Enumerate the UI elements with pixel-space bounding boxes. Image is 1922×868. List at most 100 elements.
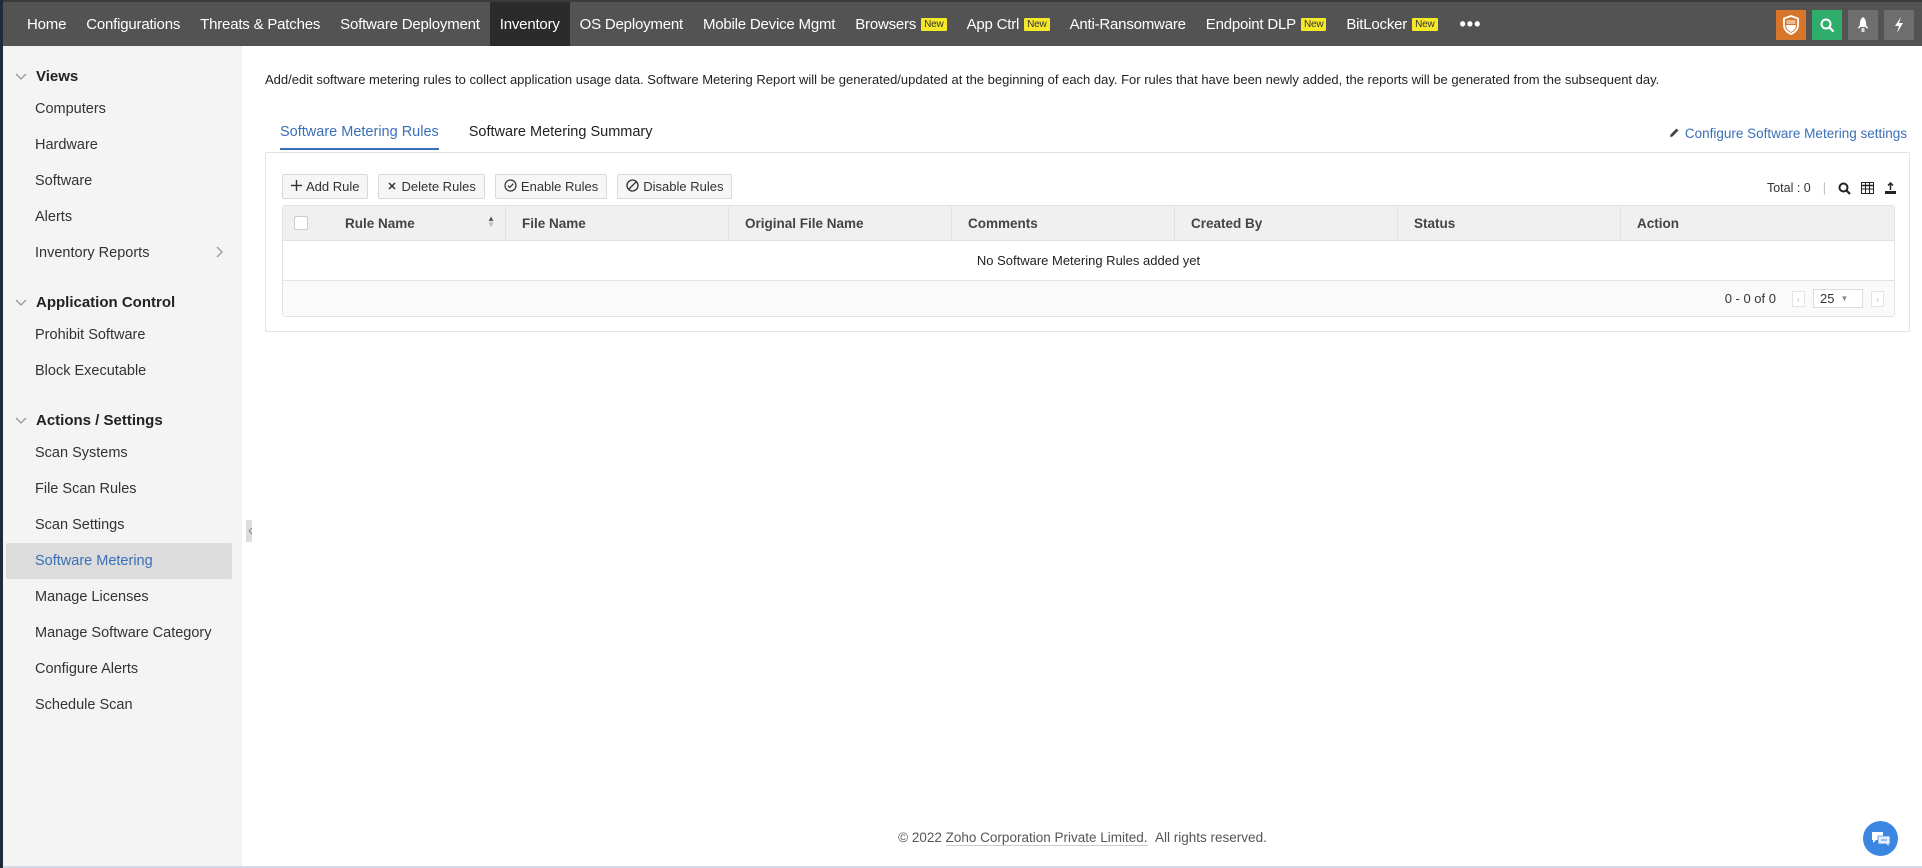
nav-software-deployment[interactable]: Software Deployment bbox=[330, 2, 490, 46]
table-header: Rule Name ▲ ▼ File Name Original File Nam… bbox=[283, 206, 1894, 241]
nav-inventory[interactable]: Inventory bbox=[489, 2, 570, 46]
search-icon[interactable] bbox=[1812, 10, 1842, 40]
company-link[interactable]: Zoho Corporation Private Limited. bbox=[945, 830, 1148, 846]
chevron-down-icon bbox=[15, 294, 27, 311]
sidebar-item-label: File Scan Rules bbox=[35, 481, 137, 497]
empty-state-row: No Software Metering Rules added yet bbox=[283, 241, 1894, 281]
new-badge: New bbox=[1412, 17, 1438, 31]
configure-settings-label: Configure Software Metering settings bbox=[1684, 126, 1907, 141]
nav-label: App Ctrl bbox=[966, 15, 1020, 33]
shield-icon[interactable] bbox=[1776, 10, 1806, 40]
sidebar-item-manage-licenses[interactable]: Manage Licenses bbox=[6, 579, 232, 615]
tab-software-metering-rules[interactable]: Software Metering Rules bbox=[280, 124, 439, 150]
nav-app-ctrl[interactable]: App Ctrl New bbox=[957, 2, 1060, 46]
sidebar-item-label: Software Metering bbox=[35, 553, 153, 569]
sidebar-item-inventory-reports[interactable]: Inventory Reports bbox=[6, 235, 232, 271]
pencil-icon bbox=[1669, 126, 1680, 141]
button-label: Enable Rules bbox=[520, 179, 599, 194]
nav-os-deployment[interactable]: OS Deployment bbox=[570, 2, 693, 46]
sidebar-item-scan-settings[interactable]: Scan Settings bbox=[6, 507, 232, 543]
lightning-icon[interactable] bbox=[1884, 10, 1914, 40]
pagination-range: 0 - 0 of 0 bbox=[1724, 291, 1776, 306]
previous-page-button[interactable]: ‹ bbox=[1792, 290, 1805, 307]
column-rule-name[interactable]: Rule Name ▲ ▼ bbox=[319, 206, 506, 240]
sidebar-item-software[interactable]: Software bbox=[6, 163, 232, 199]
table-toolbar: Add Rule Delete Rules Enable Rules Disab… bbox=[282, 174, 733, 199]
nav-threats-patches[interactable]: Threats & Patches bbox=[190, 2, 330, 46]
sidebar-item-label: Computers bbox=[35, 101, 106, 117]
more-menu-icon[interactable]: ••• bbox=[1448, 14, 1494, 35]
configure-settings-link[interactable]: Configure Software Metering settings bbox=[1669, 126, 1907, 141]
next-page-button[interactable]: › bbox=[1871, 290, 1884, 307]
sidebar-item-computers[interactable]: Computers bbox=[6, 91, 232, 127]
nav-label: OS Deployment bbox=[579, 15, 683, 33]
nav-configurations[interactable]: Configurations bbox=[76, 2, 190, 46]
enable-rules-button[interactable]: Enable Rules bbox=[494, 174, 608, 199]
add-rule-button[interactable]: Add Rule bbox=[282, 174, 369, 199]
column-comments[interactable]: Comments bbox=[952, 206, 1175, 240]
disable-rules-button[interactable]: Disable Rules bbox=[617, 174, 733, 199]
column-chooser-icon[interactable] bbox=[1861, 182, 1874, 194]
sidebar-item-label: Scan Settings bbox=[35, 517, 125, 533]
total-count: Total : 0 bbox=[1766, 181, 1811, 195]
column-label: Comments bbox=[968, 215, 1038, 231]
nav-browsers[interactable]: Browsers New bbox=[845, 2, 956, 46]
nav-mobile-device-mgmt[interactable]: Mobile Device Mgmt bbox=[693, 2, 845, 46]
tab-bar: Software Metering Rules Software Meterin… bbox=[280, 124, 653, 150]
nav-label: Software Deployment bbox=[340, 15, 480, 33]
sidebar: Views Computers Hardware Software Alerts… bbox=[3, 46, 242, 868]
column-label: File Name bbox=[522, 215, 586, 231]
chat-icon[interactable] bbox=[1863, 821, 1898, 856]
sidebar-item-scan-systems[interactable]: Scan Systems bbox=[6, 435, 232, 471]
rules-panel: Add Rule Delete Rules Enable Rules Disab… bbox=[265, 152, 1910, 332]
sidebar-item-configure-alerts[interactable]: Configure Alerts bbox=[6, 651, 232, 687]
rights-text: All rights reserved. bbox=[1155, 830, 1267, 845]
sidebar-item-software-metering[interactable]: Software Metering bbox=[6, 543, 232, 579]
nav-label: Mobile Device Mgmt bbox=[702, 15, 836, 33]
nav-label: Home bbox=[27, 15, 67, 33]
header-checkbox-cell bbox=[283, 206, 319, 240]
sidebar-item-label: Prohibit Software bbox=[35, 327, 146, 343]
nav-endpoint-dlp[interactable]: Endpoint DLP New bbox=[1196, 2, 1337, 46]
sidebar-item-block-executable[interactable]: Block Executable bbox=[6, 353, 232, 389]
sidebar-item-prohibit-software[interactable]: Prohibit Software bbox=[6, 317, 232, 353]
sidebar-item-label: Scan Systems bbox=[35, 445, 128, 461]
column-status[interactable]: Status bbox=[1398, 206, 1621, 240]
sidebar-item-manage-software-category[interactable]: Manage Software Category bbox=[6, 615, 232, 651]
chevron-down-icon bbox=[15, 412, 27, 429]
export-icon[interactable] bbox=[1884, 181, 1897, 195]
sidebar-item-schedule-scan[interactable]: Schedule Scan bbox=[6, 687, 232, 723]
sidebar-item-label: Hardware bbox=[35, 137, 98, 153]
sidebar-collapse-handle[interactable] bbox=[246, 520, 254, 542]
sidebar-section-application-control[interactable]: Application Control bbox=[3, 287, 242, 317]
pagination-bar: 0 - 0 of 0 ‹ 25 ▼ › bbox=[283, 281, 1894, 316]
new-badge: New bbox=[1024, 17, 1050, 31]
page-description: Add/edit software metering rules to coll… bbox=[265, 72, 1660, 87]
page-footer: © 2022 Zoho Corporation Private Limited.… bbox=[3, 830, 1922, 846]
chevron-right-icon bbox=[216, 245, 224, 261]
check-circle-icon bbox=[504, 178, 517, 195]
column-label: Action bbox=[1637, 215, 1679, 231]
rocket-icon[interactable] bbox=[1848, 10, 1878, 40]
column-created-by[interactable]: Created By bbox=[1175, 206, 1398, 240]
nav-bitlocker[interactable]: BitLocker New bbox=[1336, 2, 1447, 46]
page-size-select[interactable]: 25 ▼ bbox=[1813, 289, 1863, 308]
nav-home[interactable]: Home bbox=[3, 2, 76, 46]
new-badge: New bbox=[921, 17, 947, 31]
search-icon[interactable] bbox=[1838, 182, 1851, 195]
column-file-name[interactable]: File Name bbox=[506, 206, 729, 240]
sidebar-item-label: Manage Licenses bbox=[35, 589, 149, 605]
nav-anti-ransomware[interactable]: Anti-Ransomware bbox=[1060, 2, 1196, 46]
button-label: Disable Rules bbox=[643, 179, 724, 194]
column-action[interactable]: Action bbox=[1621, 206, 1894, 240]
column-original-file-name[interactable]: Original File Name bbox=[729, 206, 952, 240]
select-all-checkbox[interactable] bbox=[294, 216, 308, 230]
sort-icon[interactable]: ▲ ▼ bbox=[487, 215, 495, 229]
sidebar-section-actions-settings[interactable]: Actions / Settings bbox=[3, 405, 242, 435]
delete-rules-button[interactable]: Delete Rules bbox=[378, 174, 485, 199]
sidebar-item-hardware[interactable]: Hardware bbox=[6, 127, 232, 163]
sidebar-item-alerts[interactable]: Alerts bbox=[6, 199, 232, 235]
sidebar-item-file-scan-rules[interactable]: File Scan Rules bbox=[6, 471, 232, 507]
tab-software-metering-summary[interactable]: Software Metering Summary bbox=[469, 124, 653, 150]
sidebar-section-views[interactable]: Views bbox=[3, 61, 242, 91]
